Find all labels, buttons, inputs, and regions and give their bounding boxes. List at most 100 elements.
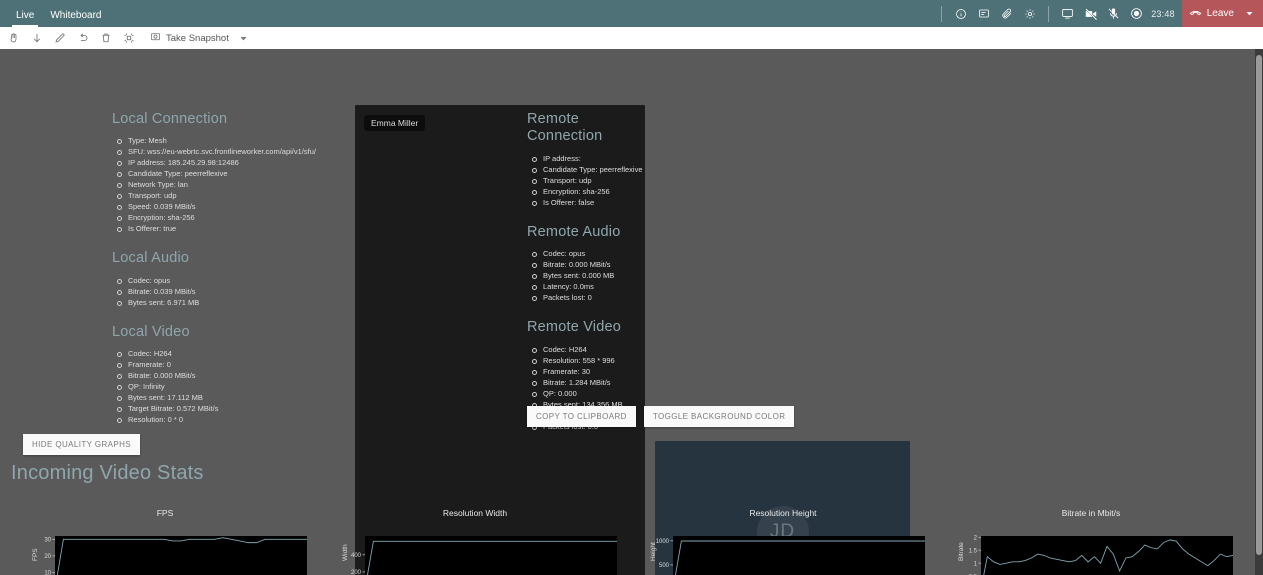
- list-item: Bytes sent: 0.000 MB: [529, 270, 657, 281]
- list-item: Transport: udp: [529, 175, 657, 186]
- info-icon[interactable]: [949, 0, 972, 27]
- remote-audio-heading: Remote Audio: [527, 223, 621, 240]
- svg-text:30: 30: [44, 538, 51, 544]
- list-item: QP: Infinity: [114, 381, 362, 392]
- camera-off-icon[interactable]: [1079, 0, 1102, 27]
- camera-icon: [150, 29, 161, 47]
- local-audio-heading: Local Audio: [112, 250, 190, 267]
- chart-resolution-width: 020040015:04:1515:04:2015:04:2515:04:301…: [320, 499, 630, 575]
- list-item: Framerate: 0: [114, 359, 362, 370]
- list-item: Target Bitrate: 0.572 MBit/s: [114, 403, 362, 414]
- phone-hangup-icon: [1189, 6, 1202, 22]
- svg-text:1: 1: [974, 561, 978, 567]
- remote-video-heading: Remote Video: [527, 319, 622, 336]
- leave-label: Leave: [1206, 8, 1234, 19]
- drawing-toolbar: Take Snapshot: [0, 27, 1263, 49]
- list-item: Speed: 0.039 MBit/s: [114, 201, 362, 212]
- remote-stats-actions: COPY TO CLIPBOARD TOGGLE BACKGROUND COLO…: [527, 406, 795, 427]
- crop-icon[interactable]: [117, 27, 140, 49]
- svg-text:1.5: 1.5: [969, 548, 978, 554]
- list-item: Transport: udp: [114, 190, 362, 201]
- leave-button[interactable]: Leave: [1181, 0, 1242, 27]
- svg-text:200: 200: [351, 570, 362, 575]
- gear-icon[interactable]: [1018, 0, 1041, 27]
- undo-icon[interactable]: [71, 27, 94, 49]
- list-item: Resolution: 0 * 0: [114, 414, 362, 425]
- trash-icon[interactable]: [94, 27, 117, 49]
- list-item: Candidate Type: peerreflexive: [114, 168, 362, 179]
- local-video-list: Codec: H264 Framerate: 0 Bitrate: 0.000 …: [114, 348, 362, 425]
- list-item: Is Offerer: true: [114, 223, 362, 234]
- list-item: Is Offerer: false: [529, 197, 657, 208]
- list-item: Framerate: 30: [529, 366, 657, 377]
- pen-icon[interactable]: [48, 27, 71, 49]
- list-item: Network Type: lan: [114, 179, 362, 190]
- chart-fps: 010203015:04:1515:04:2015:04:2515:04:301…: [10, 499, 320, 575]
- svg-text:2: 2: [974, 535, 978, 541]
- chart-y-axis-label: Width: [342, 544, 349, 561]
- list-item: Type: Mesh: [114, 135, 362, 146]
- snapshot-chevron-down-icon[interactable]: [239, 34, 248, 43]
- svg-text:500: 500: [659, 563, 670, 569]
- arrow-down-icon[interactable]: [25, 27, 48, 49]
- chart-bitrate: 00.511.5215:04:1515:04:2015:04:2515:04:3…: [936, 499, 1246, 575]
- list-item: Bitrate: 0.039 MBit/s: [114, 286, 362, 297]
- list-item: Encryption: sha-256: [529, 186, 657, 197]
- list-item: Bytes sent: 6.971 MB: [114, 297, 362, 308]
- list-item: Codec: H264: [114, 348, 362, 359]
- local-video-heading: Local Video: [112, 323, 190, 340]
- chart-resolution-height: 0500100015:04:1515:04:2015:04:2515:04:30…: [628, 499, 938, 575]
- list-item: IP address:: [529, 153, 657, 164]
- app-top-bar: Live Whiteboard 23:48 Leave: [0, 0, 1263, 27]
- hide-quality-graphs-button[interactable]: HIDE QUALITY GRAPHS: [23, 434, 141, 455]
- svg-text:10: 10: [44, 571, 51, 575]
- leave-options-caret[interactable]: [1242, 0, 1263, 27]
- toggle-background-color-button[interactable]: TOGGLE BACKGROUND COLOR: [643, 406, 795, 427]
- quality-graphs: 010203015:04:1515:04:2015:04:2515:04:301…: [0, 499, 1255, 575]
- local-connection-list: Type: Mesh SFU: wss://eu-webrtc.svc.fron…: [114, 135, 362, 234]
- list-item: IP address: 185.245.29.98:12486: [114, 157, 362, 168]
- list-item: Codec: opus: [114, 275, 362, 286]
- list-item: Codec: H264: [529, 344, 657, 355]
- copy-to-clipboard-button[interactable]: COPY TO CLIPBOARD: [527, 406, 636, 427]
- take-snapshot-label: Take Snapshot: [166, 32, 229, 44]
- app-tabs: Live Whiteboard: [8, 0, 110, 27]
- list-item: Bitrate: 1.284 MBit/s: [529, 377, 657, 388]
- list-item: Bitrate: 0.000 MBit/s: [529, 259, 657, 270]
- chart-y-axis-label: Height: [650, 542, 657, 561]
- chart-title: Bitrate in Mbit/s: [1061, 508, 1121, 518]
- screen-share-icon[interactable]: [1056, 0, 1079, 27]
- pan-hand-icon[interactable]: [2, 27, 25, 49]
- vertical-scrollbar-thumb[interactable]: [1256, 55, 1262, 555]
- local-audio-list: Codec: opus Bitrate: 0.039 MBit/s Bytes …: [114, 275, 362, 308]
- page-title: Incoming Video Stats: [11, 462, 204, 484]
- list-item: Bytes sent: 17.112 MB: [114, 392, 362, 403]
- attachment-icon[interactable]: [995, 0, 1018, 27]
- chat-icon[interactable]: [972, 0, 995, 27]
- chart-y-axis-label: Bitrate: [958, 542, 965, 561]
- call-timer: 23:48: [1151, 8, 1175, 19]
- svg-text:1000: 1000: [656, 539, 670, 545]
- svg-text:20: 20: [44, 554, 51, 560]
- remote-connection-list: IP address: Candidate Type: peerreflexiv…: [529, 153, 657, 208]
- list-item: Bitrate: 0.000 MBit/s: [114, 370, 362, 381]
- vertical-scrollbar-track[interactable]: [1255, 49, 1263, 575]
- tab-live[interactable]: Live: [8, 11, 42, 27]
- chart-title: Resolution Width: [442, 508, 508, 518]
- app-bar-actions: 23:48 Leave: [934, 0, 1263, 27]
- record-icon[interactable]: [1125, 0, 1148, 27]
- local-connection-heading: Local Connection: [112, 111, 228, 127]
- tab-whiteboard[interactable]: Whiteboard: [42, 11, 109, 27]
- divider: [941, 5, 943, 22]
- remote-stats-column: Remote Connection IP address: Candidate …: [527, 111, 657, 432]
- list-item: Latency: 0.0ms: [529, 281, 657, 292]
- list-item: Encryption: sha-256: [114, 212, 362, 223]
- list-item: Codec: opus: [529, 248, 657, 259]
- chart-title: FPS: [156, 508, 174, 518]
- remote-connection-heading: Remote Connection: [527, 111, 603, 145]
- mic-off-icon[interactable]: [1102, 0, 1125, 27]
- remote-audio-list: Codec: opus Bitrate: 0.000 MBit/s Bytes …: [529, 248, 657, 303]
- take-snapshot-button[interactable]: Take Snapshot: [146, 27, 233, 49]
- chart-title: Resolution Height: [749, 508, 817, 518]
- list-item: Resolution: 558 * 996: [529, 355, 657, 366]
